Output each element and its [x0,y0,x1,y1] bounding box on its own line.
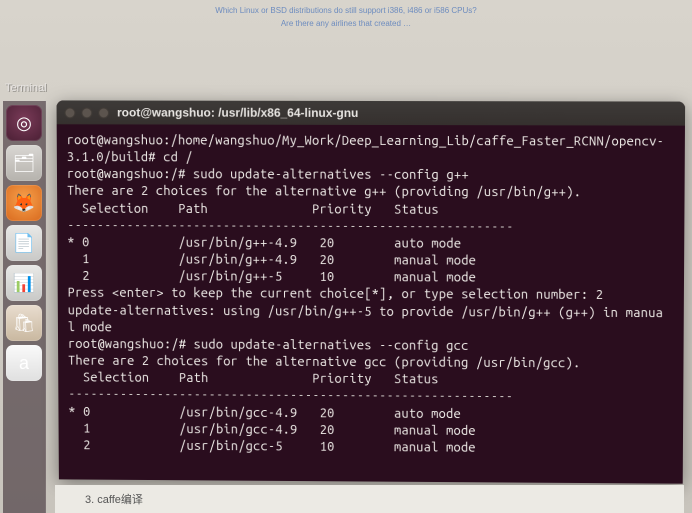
maximize-icon[interactable] [98,107,109,118]
background-doc-line: 3. caffe编译 [55,485,684,513]
background-page: Which Linux or BSD distributions do stil… [0,0,692,85]
terminal-line: update-alternatives: using /usr/bin/g++-… [68,302,674,322]
terminal-line: root@wangshuo:/home/wangshuo/My_Work/Dee… [67,132,675,151]
terminal-window: root@wangshuo: /usr/lib/x86_64-linux-gnu… [57,100,686,483]
dash-icon[interactable]: ◎ [6,105,42,141]
amazon-icon[interactable]: a [6,345,42,381]
terminal-line: 3.1.0/build# cd / [67,149,675,168]
terminal-line: root@wangshuo:/# sudo update-alternative… [67,166,675,185]
terminal-body[interactable]: root@wangshuo:/home/wangshuo/My_Work/Dee… [57,124,685,466]
terminal-line: There are 2 choices for the alternative … [67,183,675,202]
terminal-titlebar[interactable]: root@wangshuo: /usr/lib/x86_64-linux-gnu [57,100,686,125]
window-buttons [64,107,109,118]
terminal-title: root@wangshuo: /usr/lib/x86_64-linux-gnu [117,106,358,120]
background-doc-text: 3. caffe编译 [85,491,143,507]
bg-line-1: Which Linux or BSD distributions do stil… [0,5,692,18]
terminal-line: Press <enter> to keep the current choice… [68,285,674,305]
document-icon[interactable]: 📄 [6,225,42,261]
bg-line-2: Are there any airlines that created … [0,18,692,31]
firefox-icon[interactable]: 🦊 [6,185,42,221]
close-icon[interactable] [64,107,75,118]
terminal-line: ----------------------------------------… [67,217,674,236]
unity-launcher: ◎ 🗂 🦊 📄 📊 🛍 a [3,101,46,513]
terminal-line: Selection Path Priority Status [67,200,674,219]
terminal-line: 2 /usr/bin/gcc-5 10 manual mode [68,437,672,458]
software-icon[interactable]: 🛍 [6,305,42,341]
calc-icon[interactable]: 📊 [6,265,42,301]
minimize-icon[interactable] [81,107,92,118]
panel-app-label: Terminal [5,82,47,94]
files-icon[interactable]: 🗂 [6,145,42,181]
